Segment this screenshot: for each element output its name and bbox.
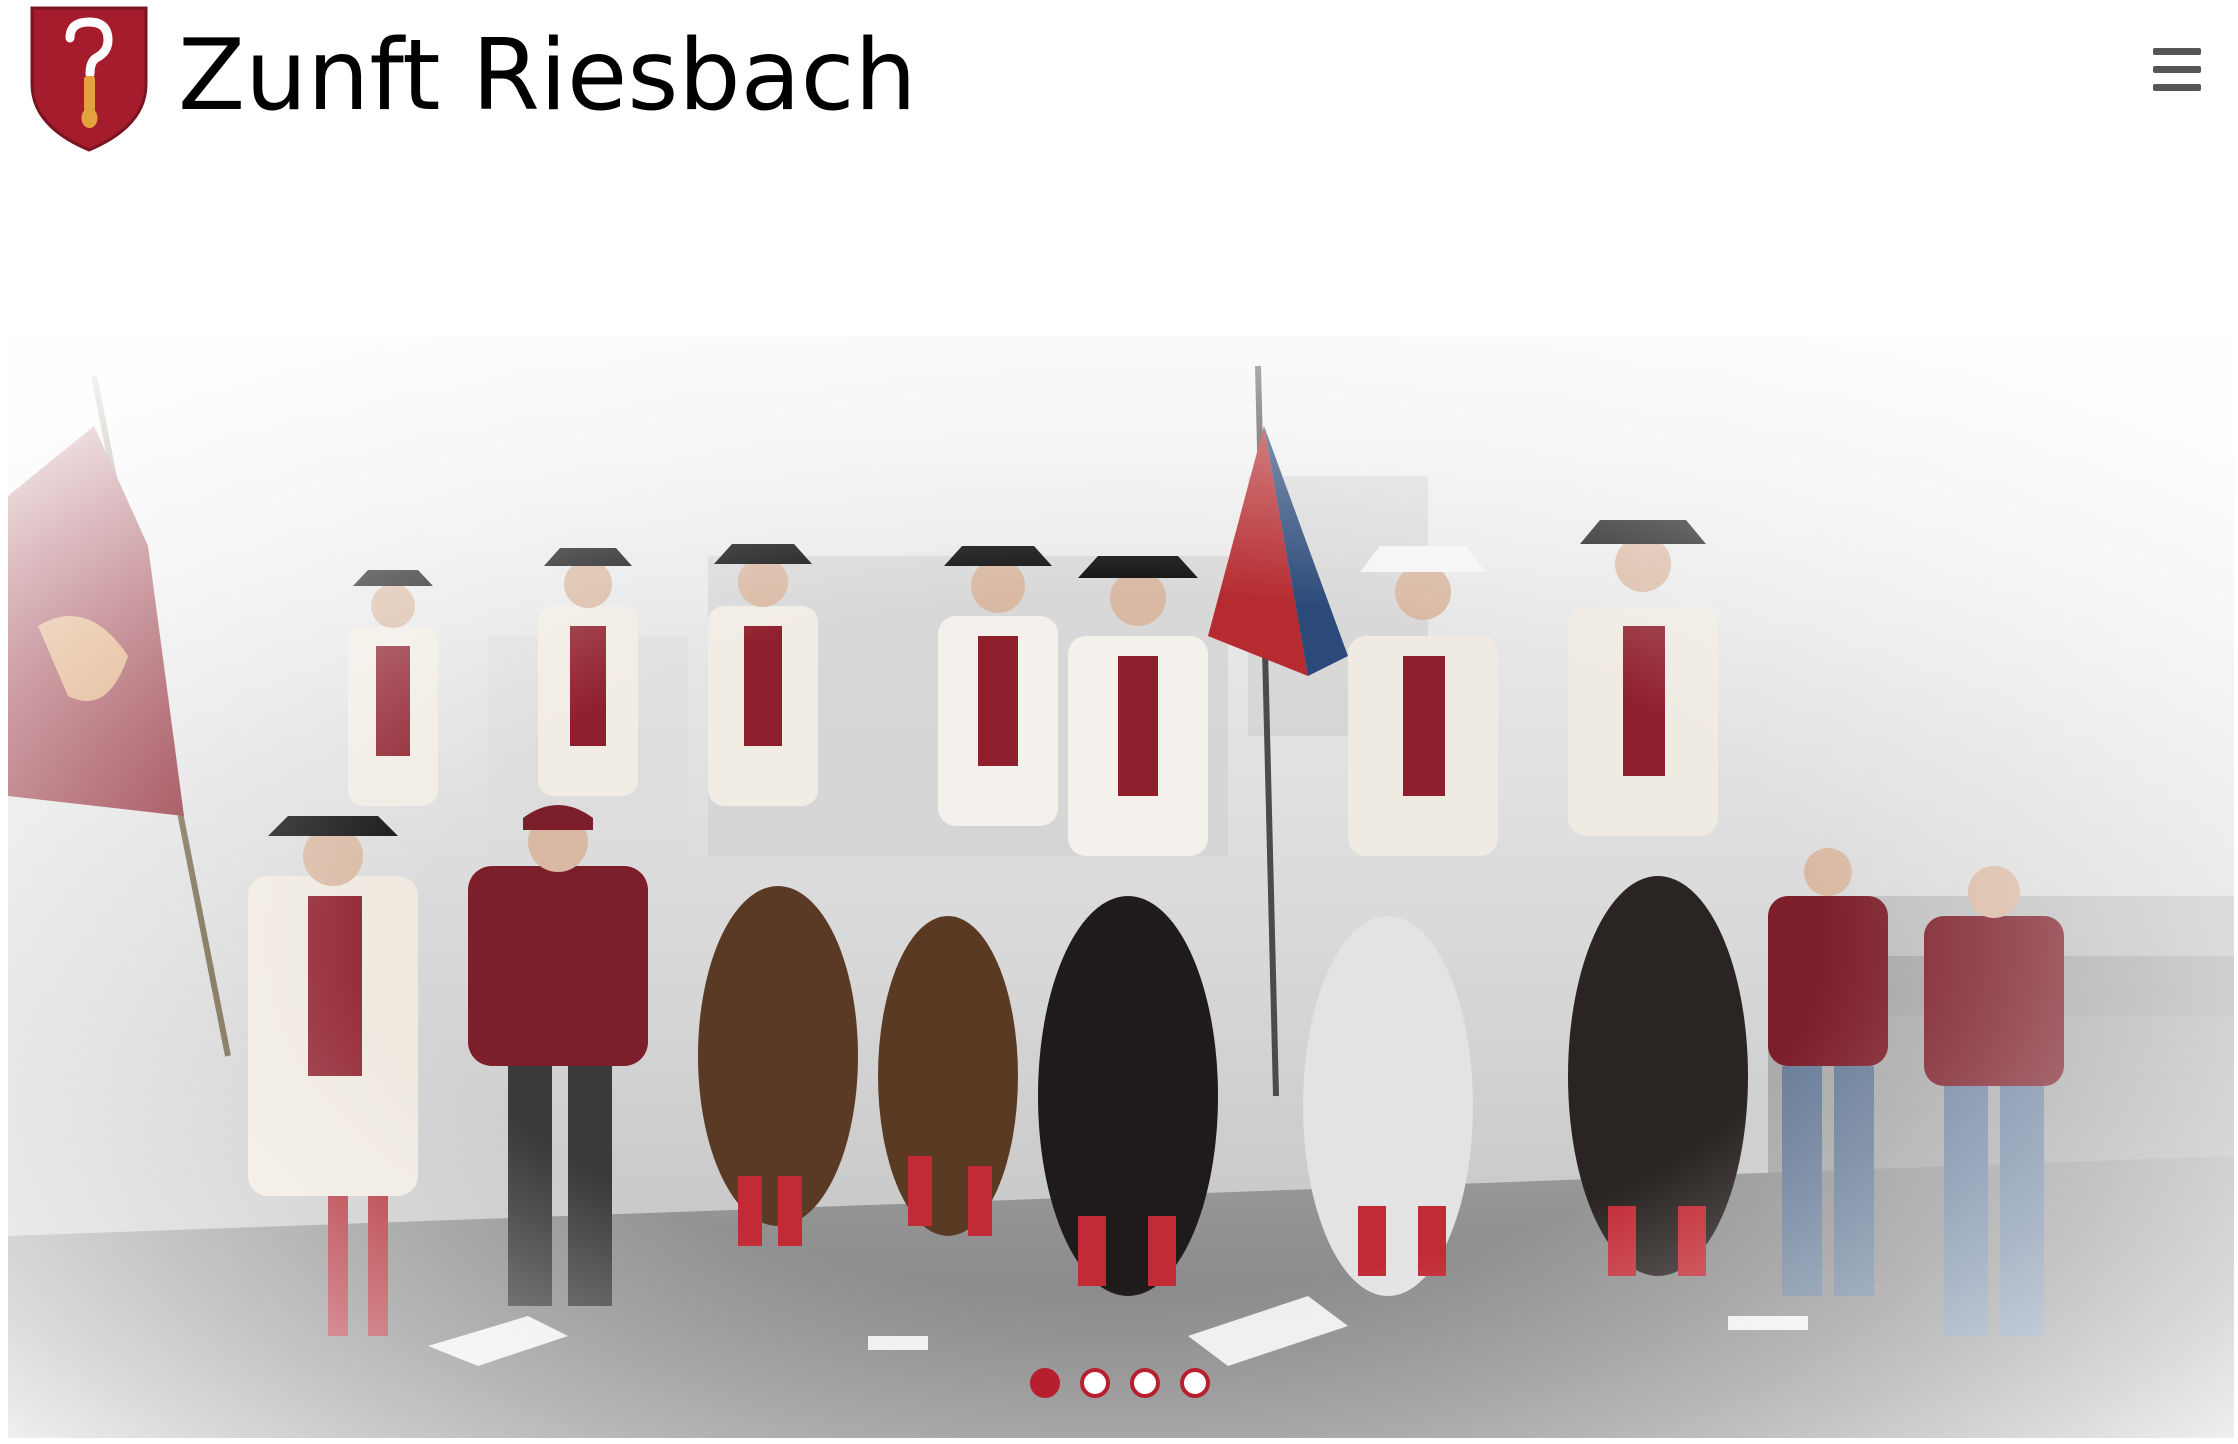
- slide-dot-1[interactable]: [1030, 1368, 1060, 1398]
- slide-dot-3[interactable]: [1130, 1368, 1160, 1398]
- parade-photo: [8, 336, 2234, 1438]
- slide-dot-2[interactable]: [1080, 1368, 1110, 1398]
- site-header: Zunft Riesbach: [0, 0, 2238, 170]
- hero-slider[interactable]: [8, 336, 2234, 1438]
- page: Zunft Riesbach: [0, 0, 2238, 1444]
- zunft-crest-logo: [30, 6, 148, 152]
- slide-dot-4[interactable]: [1180, 1368, 1210, 1398]
- slider-pagination: [1030, 1368, 1210, 1398]
- site-title: Zunft Riesbach: [178, 19, 917, 133]
- hamburger-menu-icon[interactable]: [2148, 48, 2206, 100]
- home-logo-link[interactable]: Zunft Riesbach: [28, 2, 917, 152]
